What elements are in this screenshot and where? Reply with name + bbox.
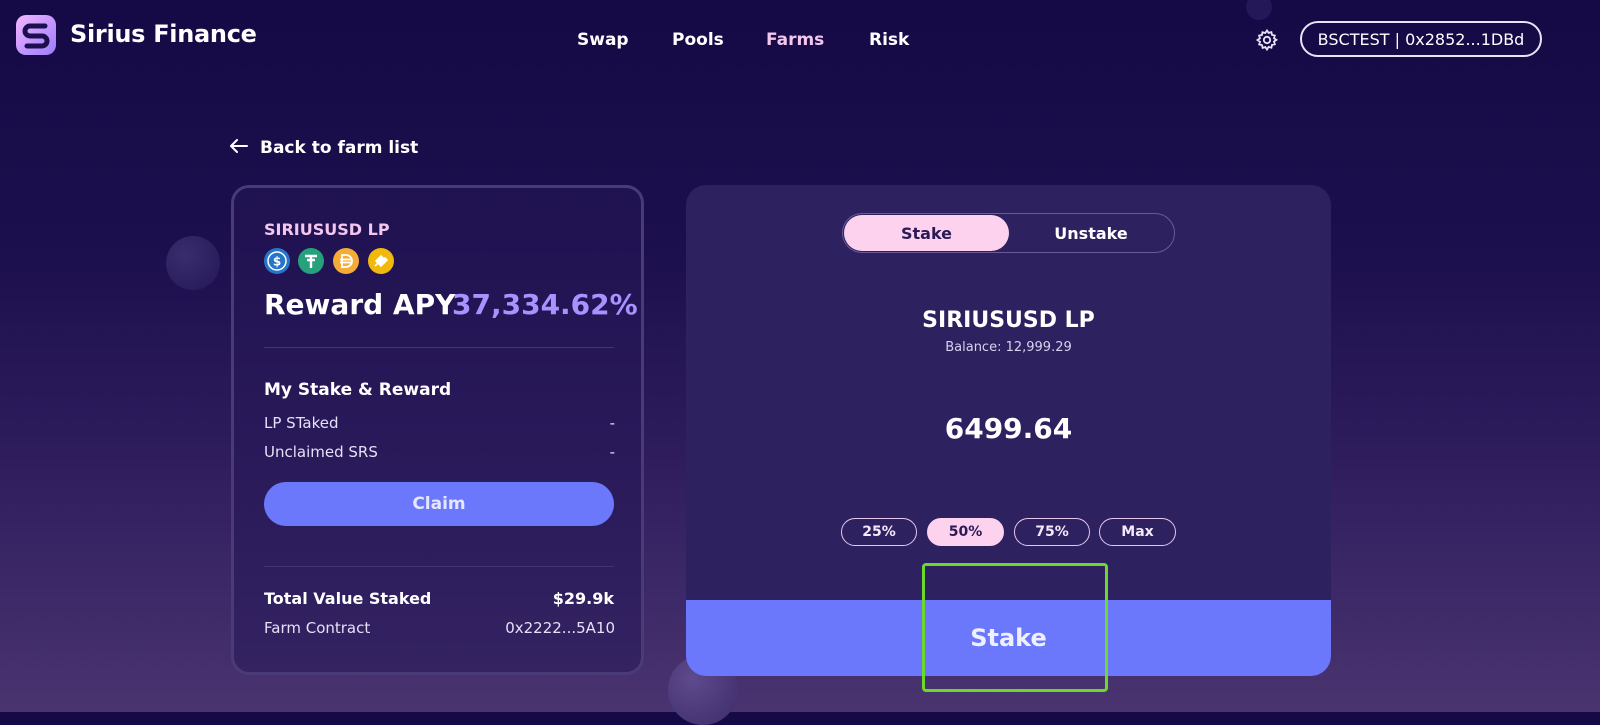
total-value-staked-label: Total Value Staked xyxy=(264,589,432,608)
max-button[interactable]: Max xyxy=(1099,518,1176,546)
stake-token-name: SIRIUSUSD LP xyxy=(922,308,1095,333)
usdc-icon: $ xyxy=(264,248,290,274)
svg-text:$: $ xyxy=(273,255,281,269)
decorative-circle xyxy=(166,236,220,290)
unclaimed-srs-value: - xyxy=(609,443,615,461)
busd-icon xyxy=(368,248,394,274)
nav-farms[interactable]: Farms xyxy=(766,30,824,50)
my-stake-title: My Stake & Reward xyxy=(264,380,452,400)
nav-pools[interactable]: Pools xyxy=(672,30,724,50)
reward-apy-label: Reward APY xyxy=(264,288,456,321)
dai-icon xyxy=(333,248,359,274)
decorative-circle xyxy=(1246,0,1272,20)
highlight-box xyxy=(922,563,1108,692)
tab-stake[interactable]: Stake xyxy=(844,215,1009,251)
nav-swap[interactable]: Swap xyxy=(577,30,629,50)
farm-contract-label: Farm Contract xyxy=(264,619,371,637)
nav-risk[interactable]: Risk xyxy=(869,30,909,50)
farm-name: SIRIUSUSD LP xyxy=(264,220,390,239)
percent-50-button[interactable]: 50% xyxy=(927,518,1004,546)
lp-staked-label: LP STaked xyxy=(264,414,339,432)
percent-75-button[interactable]: 75% xyxy=(1014,518,1090,546)
tab-unstake[interactable]: Unstake xyxy=(1009,215,1173,251)
token-balance: Balance: 12,999.29 xyxy=(945,340,1072,355)
logo-icon[interactable] xyxy=(16,15,56,55)
total-value-staked-value: $29.9k xyxy=(552,589,614,608)
back-link-label: Back to farm list xyxy=(260,138,419,158)
percent-25-button[interactable]: 25% xyxy=(841,518,917,546)
usdt-icon xyxy=(298,248,324,274)
claim-button[interactable]: Claim xyxy=(264,482,614,526)
gear-icon[interactable] xyxy=(1255,28,1279,52)
farm-contract-value[interactable]: 0x2222...5A10 xyxy=(505,619,615,637)
wallet-button[interactable]: BSCTEST | 0x2852...1DBd xyxy=(1300,21,1542,57)
brand-name[interactable]: Sirius Finance xyxy=(70,20,257,48)
unclaimed-srs-label: Unclaimed SRS xyxy=(264,443,378,461)
divider xyxy=(264,347,614,348)
stake-amount-input[interactable]: 6499.64 xyxy=(686,412,1331,445)
lp-staked-value: - xyxy=(609,414,615,432)
arrow-left-icon xyxy=(230,138,248,158)
divider xyxy=(264,566,614,567)
back-to-farm-list-link[interactable]: Back to farm list xyxy=(230,138,418,158)
reward-apy-value: 37,334.62% xyxy=(452,288,638,321)
